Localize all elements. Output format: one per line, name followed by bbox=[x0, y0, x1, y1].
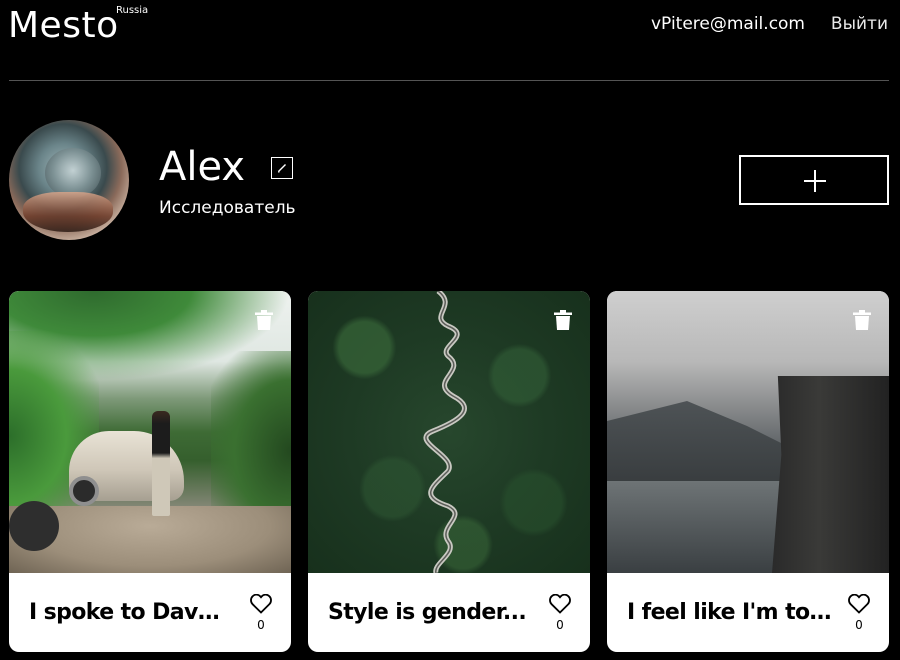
trash-icon[interactable] bbox=[853, 310, 871, 330]
user-email: vPitere@mail.com bbox=[651, 14, 805, 34]
page: Mesto Russia vPitere@mail.com Выйти Alex… bbox=[0, 0, 900, 660]
header: Mesto Russia vPitere@mail.com Выйти bbox=[0, 0, 900, 81]
card-image[interactable] bbox=[9, 291, 291, 573]
logo: Mesto bbox=[8, 5, 119, 46]
pencil-icon bbox=[278, 164, 286, 173]
card-title: I feel like I'm to... bbox=[627, 600, 832, 625]
trash-icon[interactable] bbox=[255, 310, 273, 330]
logout-link[interactable]: Выйти bbox=[831, 14, 888, 34]
profile-name: Alex bbox=[159, 144, 246, 190]
heart-icon[interactable] bbox=[549, 594, 571, 614]
edit-profile-button[interactable] bbox=[271, 157, 293, 179]
like-count: 0 bbox=[257, 618, 265, 632]
header-divider bbox=[9, 80, 889, 81]
avatar[interactable] bbox=[9, 120, 129, 240]
profile-about: Исследователь bbox=[159, 198, 296, 218]
card: I feel like I'm to... 0 bbox=[607, 291, 889, 652]
trash-icon[interactable] bbox=[554, 310, 572, 330]
logo-subtitle: Russia bbox=[116, 5, 149, 16]
heart-icon[interactable] bbox=[250, 594, 272, 614]
heart-icon[interactable] bbox=[848, 594, 870, 614]
like-count: 0 bbox=[855, 618, 863, 632]
plus-icon bbox=[804, 170, 826, 192]
card: Style is gender... 0 bbox=[308, 291, 590, 652]
card-image[interactable] bbox=[607, 291, 889, 573]
card-image[interactable] bbox=[308, 291, 590, 573]
card-title: Style is gender... bbox=[328, 600, 527, 625]
like-count: 0 bbox=[556, 618, 564, 632]
add-card-button[interactable] bbox=[739, 155, 889, 205]
cards-grid: I spoke to Dave... 0 Style is gender... … bbox=[9, 291, 889, 660]
card-title: I spoke to Dave... bbox=[29, 600, 234, 625]
card: I spoke to Dave... 0 bbox=[9, 291, 291, 652]
